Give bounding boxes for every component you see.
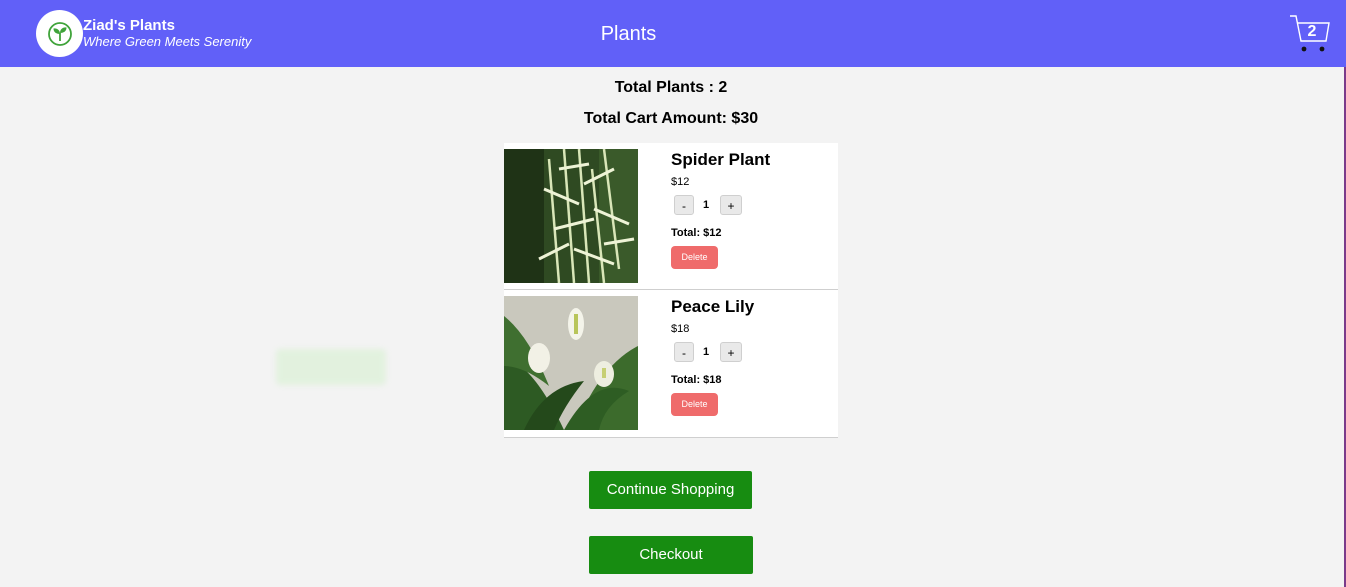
cart-item: Spider Plant $12 - 1 + Total: $12 Delete: [504, 143, 838, 290]
item-price: $18: [671, 323, 690, 335]
cart-item: Peace Lily $18 - 1 + Total: $18 Delete: [504, 290, 838, 438]
delete-button[interactable]: Delete: [671, 246, 718, 269]
item-name: Peace Lily: [671, 297, 755, 316]
cart-count-badge[interactable]: 2: [1300, 23, 1324, 41]
item-total: Total: $18: [671, 374, 722, 386]
continue-shopping-button[interactable]: Continue Shopping: [589, 471, 752, 509]
checkout-button[interactable]: Checkout: [589, 536, 753, 574]
cart-list: Spider Plant $12 - 1 + Total: $12 Delete…: [504, 143, 838, 438]
delete-button[interactable]: Delete: [671, 393, 718, 416]
spider-plant-image: [504, 149, 638, 283]
background-button: [276, 349, 386, 385]
item-quantity: 1: [702, 346, 710, 358]
total-plants: Total Plants : 2: [614, 79, 728, 96]
item-name: Spider Plant: [671, 150, 771, 169]
item-price: $12: [671, 176, 690, 188]
total-cart-amount: Total Cart Amount: $30: [583, 110, 759, 127]
increase-quantity-button[interactable]: +: [720, 342, 742, 362]
peace-lily-image: [504, 296, 638, 430]
navbar: Ziad's Plants Where Green Meets Serenity…: [0, 0, 1346, 67]
item-quantity: 1: [702, 199, 710, 211]
increase-quantity-button[interactable]: +: [720, 195, 742, 215]
decrease-quantity-button[interactable]: -: [674, 342, 694, 362]
page-title[interactable]: Plants: [0, 23, 1257, 46]
decrease-quantity-button[interactable]: -: [674, 195, 694, 215]
item-total: Total: $12: [671, 227, 722, 239]
